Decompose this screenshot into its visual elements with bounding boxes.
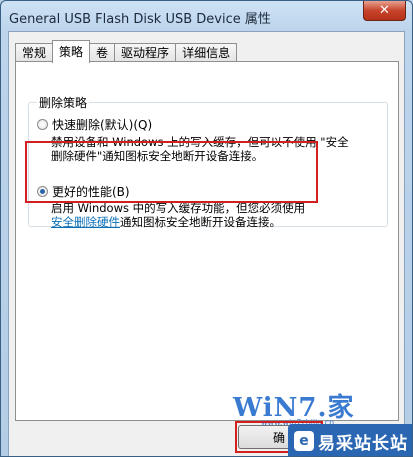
quick-removal-label: 快速删除(默认)(Q) — [52, 118, 153, 132]
tab-policies[interactable]: 策略 — [52, 40, 91, 63]
quick-removal-option[interactable]: 快速删除(默认)(Q) — [37, 116, 152, 133]
site-logo-badge: e 易采站长站 — [288, 424, 412, 456]
site-logo-text: 易采站长站 — [318, 433, 408, 454]
better-performance-desc-line1: 启用 Windows 中的写入缓存功能，但您必须使用 — [51, 201, 306, 215]
e-icon: e — [294, 431, 314, 451]
policies-panel: 删除策略 快速删除(默认)(Q) 禁用设备和 Windows 上的写入缓存，但可… — [15, 61, 399, 421]
tab-details[interactable]: 详细信息 — [175, 43, 238, 62]
properties-window: General USB Flash Disk USB Device 属性 ✕ 常… — [0, 0, 413, 457]
removal-policy-label: 删除策略 — [37, 94, 90, 111]
tab-volumes[interactable]: 卷 — [89, 43, 116, 62]
quick-removal-radio[interactable] — [37, 119, 48, 130]
better-performance-desc-line2-rest: 通知图标安全地断开设备连接。 — [120, 215, 281, 229]
better-performance-highlight-box — [25, 141, 318, 203]
close-button[interactable]: ✕ — [363, 1, 406, 21]
close-icon: ✕ — [379, 3, 390, 18]
tab-driver[interactable]: 驱动程序 — [114, 43, 177, 62]
tab-general[interactable]: 常规 — [15, 43, 54, 62]
window-title: General USB Flash Disk USB Device 属性 — [9, 12, 271, 27]
safely-remove-hardware-link[interactable]: 安全删除硬件 — [51, 215, 120, 229]
title-bar[interactable]: General USB Flash Disk USB Device 属性 ✕ — [1, 1, 412, 31]
better-performance-desc-line2: 安全删除硬件通知图标安全地断开设备连接。 — [51, 215, 381, 229]
tab-strip: 常规 策略 卷 驱动程序 详细信息 — [15, 40, 238, 63]
better-performance-description: 启用 Windows 中的写入缓存功能，但您必须使用 安全删除硬件通知图标安全地… — [51, 201, 381, 229]
